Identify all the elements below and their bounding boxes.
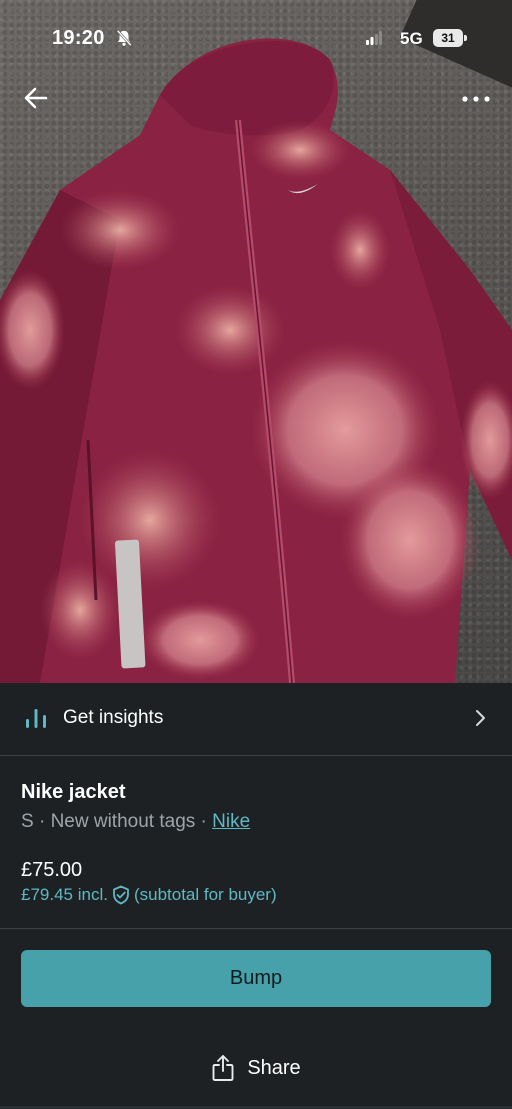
item-size: S [21,811,34,832]
share-icon [212,1055,234,1081]
status-time: 19:20 [52,27,105,49]
battery-indicator: 31 [433,29,463,47]
share-button[interactable]: Share [0,1050,512,1086]
section-divider [0,928,512,929]
item-condition: New without tags [50,811,196,832]
brand-link[interactable]: Nike [212,811,250,832]
back-button[interactable] [18,80,54,116]
item-photo[interactable]: 19:20 5G 31 [0,0,512,683]
status-bar: 19:20 5G 31 [0,0,512,76]
jacket-illustration [0,38,512,683]
item-title: Nike jacket [21,781,126,803]
buyer-price-note: (subtotal for buyer) [133,885,277,904]
signal-icon [366,31,382,45]
battery-tip [464,35,467,41]
meta-separator: · [195,811,213,832]
get-insights-label: Get insights [63,707,164,728]
item-details-sheet: Get insights Nike jacket S · New without… [0,683,512,1109]
item-meta: S · New without tags · Nike [21,809,491,835]
arrow-left-icon [24,87,48,109]
bell-off-icon [116,29,132,47]
chevron-right-icon [476,710,485,726]
more-horizontal-icon [462,96,490,102]
shield-check-icon[interactable] [111,885,131,905]
item-price: £75.00 [21,859,83,881]
buyer-price-row: £79.45 incl. (subtotal for buyer) [21,885,277,905]
meta-separator: · [33,811,51,832]
buyer-price: £79.45 incl. [21,885,108,904]
item-info: Nike jacket S · New without tags · Nike [21,779,491,835]
bar-chart-icon [26,709,46,728]
bump-button[interactable]: Bump [21,950,491,1007]
get-insights-row[interactable]: Get insights [0,683,512,756]
more-options-button[interactable] [456,82,496,116]
share-label: Share [247,1056,301,1079]
network-label: 5G [400,29,423,48]
